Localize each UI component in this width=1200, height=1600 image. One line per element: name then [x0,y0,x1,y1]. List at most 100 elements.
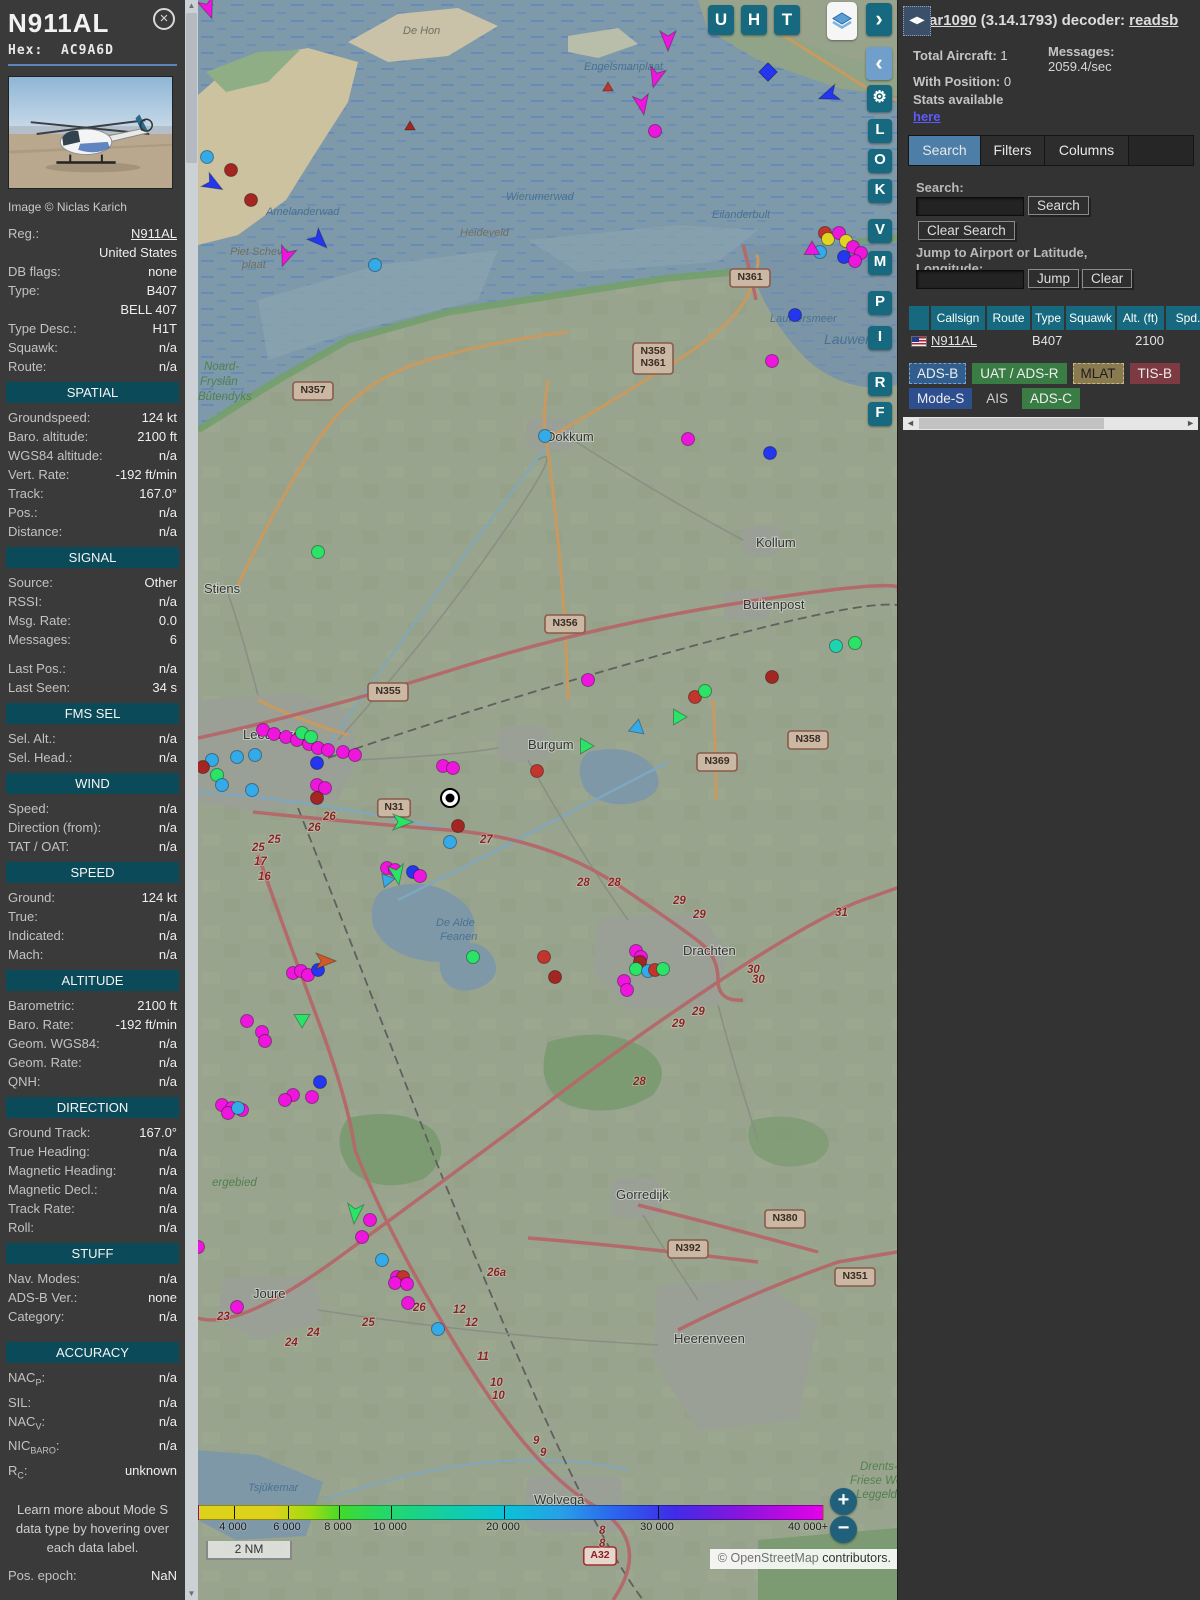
map[interactable]: LeeuwardenBurgumDokkumKollumBuitenpostDr… [198,0,897,1600]
layers-button[interactable] [827,2,857,40]
column-header[interactable] [909,306,929,330]
aircraft-dot[interactable] [245,194,258,207]
aircraft-dot[interactable] [789,309,802,322]
map-button-settings[interactable]: ⚙ [867,85,892,112]
hscroll-thumb[interactable] [919,418,1104,429]
aircraft-dot[interactable] [268,728,281,741]
map-button-›[interactable]: › [866,3,892,36]
aircraft-dot[interactable] [306,1091,319,1104]
badge-ais[interactable]: AIS [978,388,1016,409]
aircraft-dot[interactable] [322,744,335,757]
aircraft-dot[interactable] [657,963,670,976]
zoom-in-button[interactable]: + [830,1488,857,1515]
scroll-left-icon[interactable]: ◄ [906,417,915,430]
aircraft-dot[interactable] [279,1094,292,1107]
aircraft-dot[interactable] [582,674,595,687]
aircraft-dot[interactable] [376,1254,389,1267]
column-header[interactable]: Alt. (ft) [1117,306,1164,330]
aircraft-dot[interactable] [314,1076,327,1089]
badge-mlat[interactable]: MLAT [1073,363,1124,384]
map-button-U[interactable]: U [708,5,734,35]
map-button-‹[interactable]: ‹ [866,47,892,80]
aircraft-dot[interactable] [231,1301,244,1314]
tab-search[interactable]: Search [909,136,981,165]
badge-ads-b[interactable]: ADS-B [909,363,966,384]
tar1090-link[interactable]: tar1090 [924,12,977,29]
tab-columns[interactable]: Columns [1045,136,1129,165]
map-button-R[interactable]: R [868,372,892,396]
column-header[interactable]: Spd. [1166,306,1200,330]
aircraft-dot[interactable] [241,1015,254,1028]
map-button-I[interactable]: I [868,326,892,350]
aircraft-dot[interactable] [452,820,465,833]
aircraft-dot[interactable] [432,1323,445,1336]
aircraft-dot[interactable] [630,963,643,976]
scroll-down-icon[interactable]: ▼ [185,1588,198,1600]
map-button-O[interactable]: O [868,149,892,173]
map-button-M[interactable]: M [868,251,892,275]
close-icon[interactable]: × [153,8,175,30]
aircraft-dot[interactable] [621,984,634,997]
column-header[interactable]: Type [1032,306,1064,330]
badge-ads-c[interactable]: ADS-C [1022,388,1080,409]
aircraft-dot[interactable] [531,765,544,778]
aircraft-dot[interactable] [649,125,662,138]
aircraft-dot[interactable] [447,762,460,775]
registration-link[interactable]: N911AL [131,224,177,243]
aircraft-dot[interactable] [259,1035,272,1048]
badge-uat-ads-r[interactable]: UAT / ADS-R [972,363,1066,384]
zoom-out-button[interactable]: − [830,1516,857,1543]
here-link[interactable]: here [913,109,940,124]
jump-clear-button[interactable]: Clear [1082,269,1132,288]
aircraft-dot[interactable] [538,951,551,964]
map-button-T[interactable]: T [774,5,800,35]
scroll-right-icon[interactable]: ► [1186,417,1195,430]
map-button-P[interactable]: P [868,291,892,315]
search-input[interactable] [916,197,1024,216]
callsign-cell[interactable]: N911AL [931,332,985,350]
search-button[interactable]: Search [1028,196,1089,215]
aircraft-dot[interactable] [402,1297,415,1310]
aircraft-dot[interactable] [539,430,552,443]
aircraft-dot[interactable] [364,1214,377,1227]
selected-aircraft-marker[interactable] [441,789,459,807]
aircraft-dot[interactable] [216,779,229,792]
map-button-V[interactable]: V [868,219,892,243]
aircraft-dot[interactable] [225,164,238,177]
aircraft-dot[interactable] [414,870,427,883]
aircraft-dot[interactable] [467,951,480,964]
table-row[interactable]: N911ALB4072100 [909,330,1200,350]
aircraft-dot[interactable] [198,761,210,774]
aircraft-dot[interactable] [311,757,324,770]
osm-link[interactable]: © OpenStreetMap [718,1551,819,1565]
aircraft-dot[interactable] [766,355,779,368]
map-button-H[interactable]: H [741,5,767,35]
jump-button[interactable]: Jump [1028,269,1079,288]
sidebar-scrollbar[interactable]: ▲ ▼ [185,0,198,1600]
map-button-F[interactable]: F [868,402,892,426]
aircraft-dot[interactable] [249,749,262,762]
aircraft-dot[interactable] [231,751,244,764]
aircraft-dot[interactable] [356,1231,369,1244]
aircraft-dot[interactable] [337,746,350,759]
column-header[interactable]: Callsign [931,306,985,330]
readsb-link[interactable]: readsb [1129,12,1178,29]
aircraft-dot[interactable] [305,731,318,744]
aircraft-dot[interactable] [201,151,214,164]
aircraft-dot[interactable] [444,836,457,849]
scrollbar-thumb[interactable] [186,13,197,163]
map-button-K[interactable]: K [868,179,892,203]
panel-toggle-button[interactable]: ◀▶ [903,6,931,36]
badge-tis-b[interactable]: TIS-B [1130,363,1181,384]
aircraft-dot[interactable] [311,792,324,805]
badge-mode-s[interactable]: Mode-S [909,388,972,409]
aircraft-dot[interactable] [246,784,259,797]
aircraft-dot[interactable] [764,447,777,460]
column-header[interactable]: Squawk [1066,306,1115,330]
aircraft-dot[interactable] [232,1102,245,1115]
column-header[interactable]: Route [987,306,1030,330]
aircraft-dot[interactable] [699,685,712,698]
aircraft-dot[interactable] [849,637,862,650]
aircraft-dot[interactable] [549,971,562,984]
aircraft-dot[interactable] [849,255,862,268]
